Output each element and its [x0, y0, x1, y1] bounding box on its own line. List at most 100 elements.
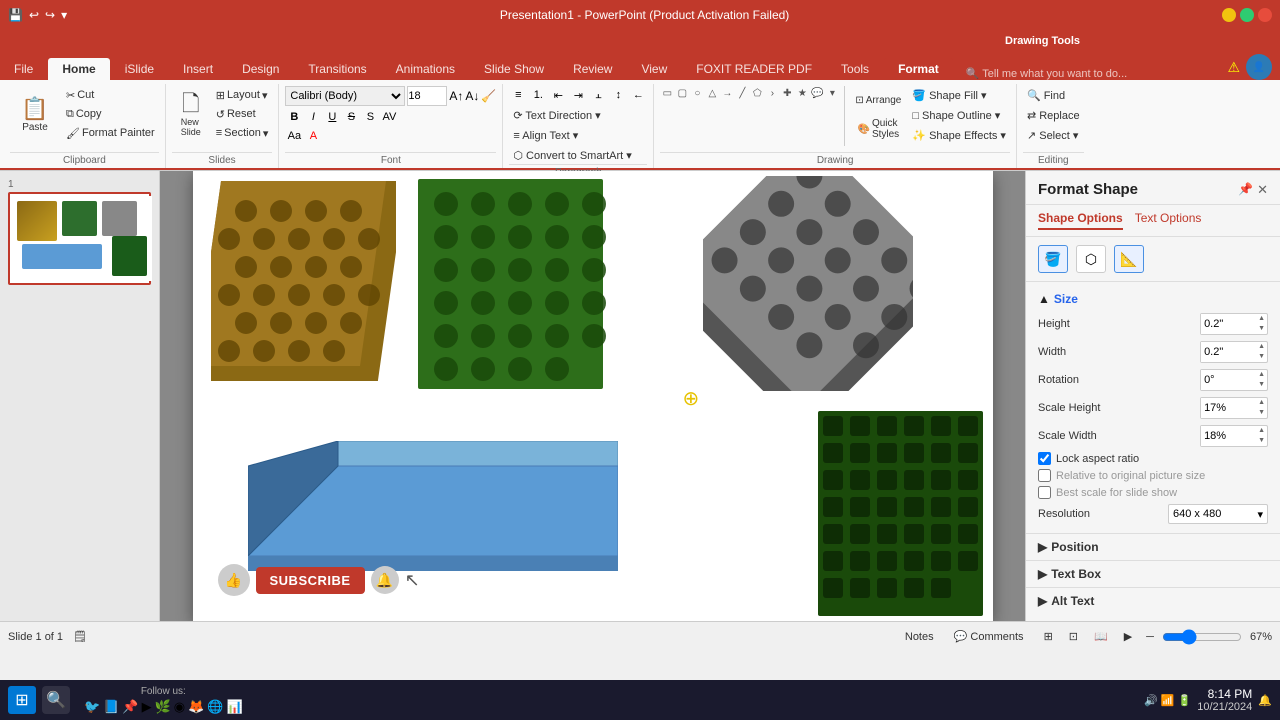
social-vine[interactable]: 🌿 — [155, 699, 171, 715]
text-options-tab[interactable]: Text Options — [1135, 211, 1202, 230]
spacing-button[interactable]: AV — [380, 108, 398, 126]
slide-thumbnail[interactable] — [8, 192, 151, 285]
shape-fill-button[interactable]: 🪣 Shape Fill ▾ — [908, 86, 1010, 104]
align-text-button[interactable]: ≡ Align Text ▾ — [509, 126, 582, 144]
tell-me[interactable]: 🔍 Tell me what you want to do... — [954, 67, 1228, 80]
tab-home[interactable]: Home — [48, 58, 109, 80]
shape-pentagon[interactable]: ⬠ — [750, 86, 764, 100]
underline-button[interactable]: U — [323, 108, 341, 126]
height-input[interactable] — [1201, 314, 1256, 334]
tab-animations[interactable]: Animations — [382, 58, 469, 80]
width-input-wrapper[interactable]: ▲ ▼ — [1200, 341, 1268, 363]
search-taskbar[interactable]: 🔍 — [42, 686, 70, 714]
social-ppt[interactable]: 📊 — [226, 699, 242, 715]
shape-line[interactable]: ╱ — [735, 86, 749, 100]
line-spacing-button[interactable]: ↕ — [609, 86, 627, 104]
numbering-button[interactable]: 1. — [529, 86, 547, 104]
rtl-button[interactable]: ← — [629, 86, 647, 104]
social-twitter[interactable]: 🐦 — [84, 699, 100, 715]
relative-original-label[interactable]: Relative to original picture size — [1056, 470, 1205, 482]
columns-button[interactable]: ⫠ — [589, 86, 607, 104]
increase-font-button[interactable]: A↑ — [449, 89, 463, 103]
decrease-font-button[interactable]: A↓ — [465, 89, 479, 103]
tab-view[interactable]: View — [627, 58, 681, 80]
dark-green-texture-shape[interactable] — [818, 411, 983, 616]
paste-button[interactable]: 📋 Paste — [10, 86, 60, 144]
shape-callout[interactable]: 💬 — [810, 86, 824, 100]
redo-icon[interactable]: ↪ — [45, 8, 55, 22]
social-firefox[interactable]: 🦊 — [188, 699, 204, 715]
select-button[interactable]: ↗ Select ▾ — [1023, 126, 1084, 144]
brown-texture-shape[interactable] — [211, 181, 396, 381]
shape-rect[interactable]: ▭ — [660, 86, 674, 100]
shadow-button[interactable]: S — [361, 108, 379, 126]
lock-aspect-label[interactable]: Lock aspect ratio — [1056, 453, 1139, 465]
rotation-spinner[interactable]: ▲ ▼ — [1256, 370, 1267, 390]
copy-button[interactable]: ⧉ Copy — [62, 105, 159, 123]
canvas-area[interactable]: ⊕ 👍 SUBSCRIBE 🔔 ↖ — [160, 171, 1025, 621]
convert-smartart-button[interactable]: ⬡ Convert to SmartArt ▾ — [509, 146, 635, 164]
shape-effects-button[interactable]: ✨ Shape Effects ▾ — [908, 126, 1010, 144]
font-name-select[interactable]: Calibri (Body) — [285, 86, 405, 106]
tab-tools[interactable]: Tools — [827, 58, 883, 80]
scale-width-input-wrapper[interactable]: ▲ ▼ — [1200, 425, 1268, 447]
textbox-section-header[interactable]: ▶ Text Box — [1026, 560, 1280, 587]
best-scale-checkbox[interactable] — [1038, 486, 1051, 499]
tab-transitions[interactable]: Transitions — [294, 58, 380, 80]
text-direction-button[interactable]: ⟳ Text Direction ▾ — [509, 106, 604, 124]
strikethrough-button[interactable]: S — [342, 108, 360, 126]
height-input-wrapper[interactable]: ▲ ▼ — [1200, 313, 1268, 335]
font-color-button[interactable]: A — [304, 127, 322, 145]
increase-indent-button[interactable]: ⇥ — [569, 86, 587, 104]
minimize-button[interactable] — [1222, 8, 1236, 22]
width-up[interactable]: ▲ — [1256, 342, 1267, 352]
maximize-button[interactable] — [1240, 8, 1254, 22]
panel-pin-icon[interactable]: 📌 — [1238, 182, 1253, 198]
shape-oval[interactable]: ○ — [690, 86, 704, 100]
rotation-down[interactable]: ▼ — [1256, 380, 1267, 390]
best-scale-label[interactable]: Best scale for slide show — [1056, 487, 1177, 499]
undo-icon[interactable]: ↩ — [29, 8, 39, 22]
shape-more[interactable]: ▾ — [825, 86, 839, 100]
scale-width-down[interactable]: ▼ — [1256, 436, 1267, 446]
reading-view-button[interactable]: 📖 — [1088, 628, 1114, 645]
shape-star5[interactable]: ★ — [795, 86, 809, 100]
width-input[interactable] — [1201, 342, 1256, 362]
subscribe-button[interactable]: SUBSCRIBE — [256, 567, 365, 594]
fill-line-icon-btn[interactable]: 🪣 — [1038, 245, 1068, 273]
layout-button[interactable]: ⊞ Layout ▾ — [212, 86, 273, 104]
rotation-input-wrapper[interactable]: ▲ ▼ — [1200, 369, 1268, 391]
height-up[interactable]: ▲ — [1256, 314, 1267, 324]
social-edge[interactable]: 🌐 — [207, 699, 223, 715]
reset-button[interactable]: ↺ Reset — [212, 105, 273, 123]
gray-texture-shape[interactable] — [703, 176, 913, 391]
panel-close-icon[interactable]: ✕ — [1257, 182, 1268, 198]
slideshow-button[interactable]: ▶ — [1118, 628, 1138, 645]
quick-styles-button[interactable]: 🎨 QuickStyles — [850, 115, 906, 143]
clear-format-button[interactable]: 🧹 — [481, 89, 496, 103]
green-texture-shape[interactable] — [418, 179, 608, 394]
notes-button[interactable]: Notes — [899, 629, 940, 645]
tab-insert[interactable]: Insert — [169, 58, 227, 80]
height-spinner[interactable]: ▲ ▼ — [1256, 314, 1267, 334]
arrange-button[interactable]: ⊡ Arrange — [850, 86, 906, 114]
lock-aspect-checkbox[interactable] — [1038, 452, 1051, 465]
scale-height-input-wrapper[interactable]: ▲ ▼ — [1200, 397, 1268, 419]
scale-height-input[interactable] — [1201, 398, 1256, 418]
shape-outline-button[interactable]: □ Shape Outline ▾ — [908, 106, 1010, 124]
rotation-up[interactable]: ▲ — [1256, 370, 1267, 380]
comments-button[interactable]: 💬 Comments — [948, 628, 1030, 645]
tab-review[interactable]: Review — [559, 58, 626, 80]
tab-foxitpdf[interactable]: FOXIT READER PDF — [682, 58, 826, 80]
section-button[interactable]: ≡ Section ▾ — [212, 124, 273, 142]
tab-islide[interactable]: iSlide — [111, 58, 168, 80]
tab-format[interactable]: Format — [884, 58, 953, 80]
bold-button[interactable]: B — [285, 108, 303, 126]
position-section-header[interactable]: ▶ Position — [1026, 533, 1280, 560]
width-spinner[interactable]: ▲ ▼ — [1256, 342, 1267, 362]
size-section-header[interactable]: ▲ Size — [1038, 288, 1268, 310]
shape-rtarrow[interactable]: → — [720, 86, 734, 100]
scale-height-spinner[interactable]: ▲ ▼ — [1256, 398, 1267, 418]
relative-original-checkbox[interactable] — [1038, 469, 1051, 482]
shape-plus[interactable]: ✚ — [780, 86, 794, 100]
